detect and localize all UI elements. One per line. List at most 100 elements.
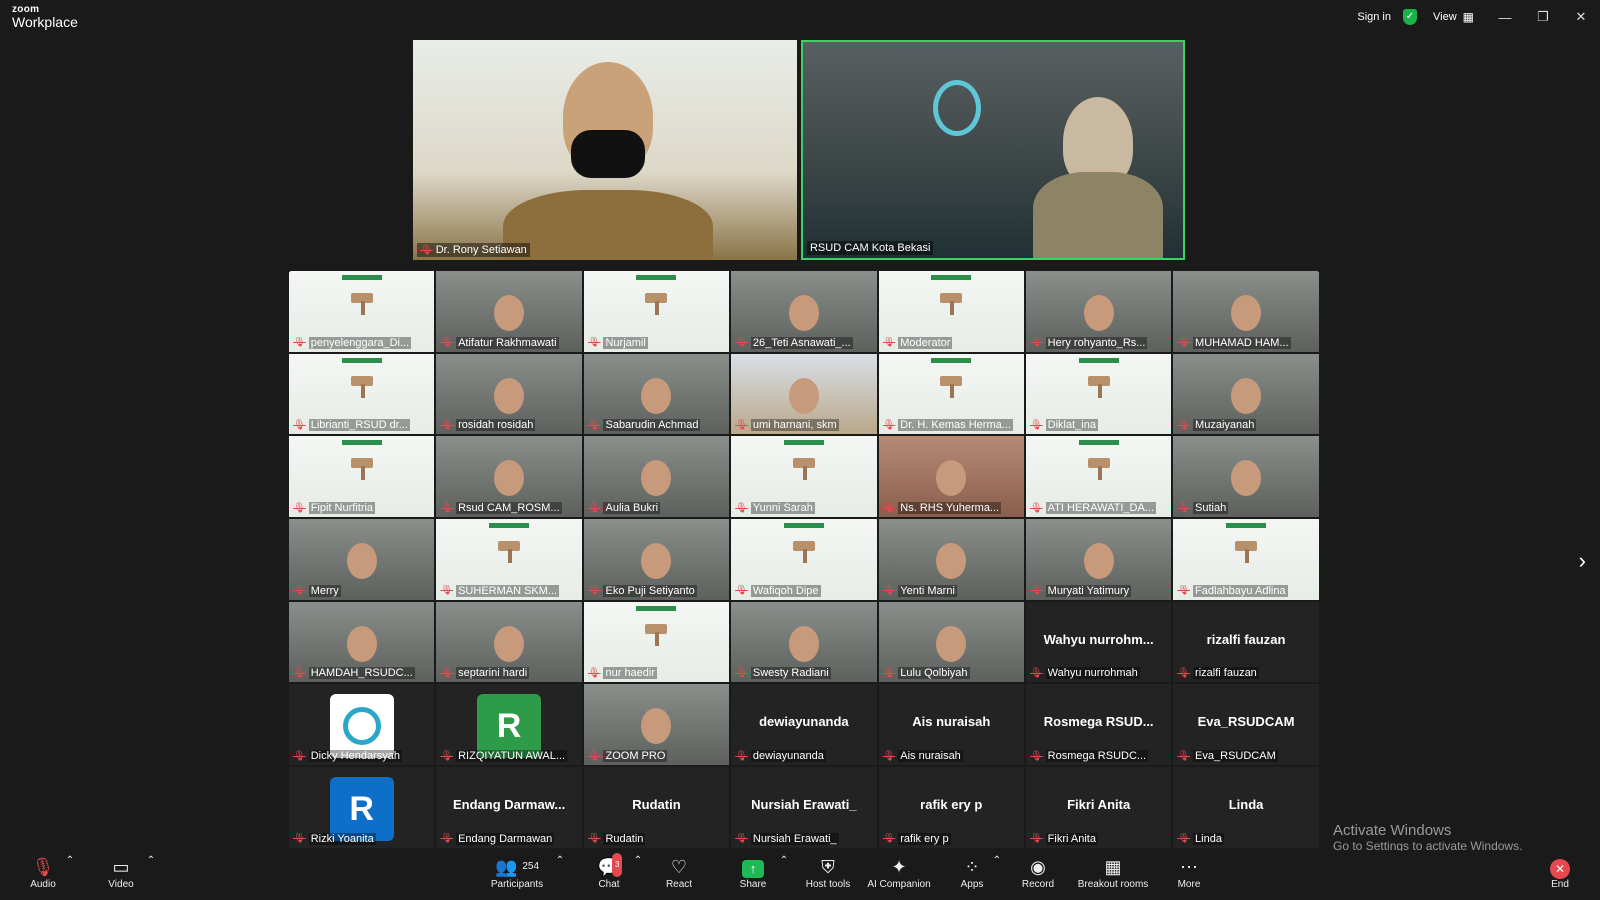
participant-name: HAMDAH_RSUDC... [308, 667, 415, 680]
logo-line2: Workplace [12, 14, 78, 30]
participant-name: umi harnani, skm [750, 419, 839, 432]
audio-options-caret[interactable]: ⌃ [64, 855, 76, 866]
mic-muted-icon: 🎙 [1029, 750, 1043, 762]
participant-tile[interactable]: 🎙 Aulia Bukri [582, 435, 731, 519]
react-button[interactable]: ♡ React [664, 855, 694, 890]
next-page-arrow-icon[interactable]: › [1579, 548, 1586, 574]
participant-tile[interactable]: Wahyu nurrohm... 🎙 Wahyu nurrohmah [1024, 600, 1173, 684]
participant-tile[interactable]: 🎙 Fadlahbayu Adlina [1172, 518, 1320, 601]
mic-muted-icon: 🎙 [882, 502, 896, 514]
participants-button[interactable]: 👥 254 Participants [488, 855, 546, 890]
participant-tile[interactable]: 🎙 ATI HERAWATI_DA... [1024, 435, 1173, 519]
participant-tile[interactable]: dewiayunanda 🎙 dewiayunanda [730, 683, 878, 767]
participant-tile[interactable]: 🎙 septarini hardi [435, 600, 583, 684]
video-options-caret[interactable]: ⌃ [145, 855, 157, 866]
shield-check-icon[interactable]: ✓ [1403, 9, 1417, 25]
speaker-tile-2[interactable]: RSUD CAM Kota Bekasi [800, 40, 1185, 260]
participant-tile[interactable]: 🎙 rosidah rosidah [435, 352, 583, 436]
participant-tile[interactable]: 🎙 SUHERMAN SKM... [435, 518, 583, 601]
participant-name-tag: 🎙 Rsud CAM_ROSM... [440, 502, 562, 515]
participant-name: RIZQIYATUN AWAL... [456, 750, 568, 763]
participant-name: Ais nuraisah [898, 750, 963, 763]
participant-tile[interactable]: 🎙 nur haedir [582, 600, 731, 684]
participant-tile[interactable]: Endang Darmaw... 🎙 Endang Darmawan [435, 766, 583, 849]
participant-tile[interactable]: 🎙 Lulu Qolbiyah [877, 600, 1025, 684]
participant-tile[interactable]: Rosmega RSUD... 🎙 Rosmega RSUDC... [1024, 683, 1173, 767]
mic-muted-icon: 🎙 [587, 585, 601, 597]
record-button[interactable]: ◉ Record [1020, 855, 1056, 890]
participant-tile[interactable]: 🎙 Fipit Nurfitria [288, 435, 436, 519]
participant-tile[interactable]: 🎙 Diklat_ina [1024, 352, 1173, 436]
participant-tile[interactable]: 🎙 Sutiah [1172, 435, 1320, 519]
participant-tile[interactable]: 🎙 Librianti_RSUD dr... [288, 352, 436, 436]
participant-name: Swesty Radiani [750, 667, 831, 680]
participant-tile[interactable]: 🎙 ZOOM PRO [582, 683, 731, 767]
participant-tile[interactable]: 🎙 26_Teti Asnawati_... [730, 270, 878, 353]
participant-tile[interactable]: 🎙 Dr. H. Kemas Herma... [877, 352, 1025, 436]
participant-display-name: Eva_RSUDCAM [1197, 714, 1295, 730]
breakout-rooms-button[interactable]: ▦ Breakout rooms [1076, 855, 1150, 890]
participant-tile[interactable]: R 🎙 RIZQIYATUN AWAL... [435, 683, 583, 767]
participants-options-caret[interactable]: ⌃ [554, 855, 566, 866]
apps-button[interactable]: ⁘ Apps [957, 855, 987, 890]
participant-tile[interactable]: Rudatin 🎙 Rudatin [582, 766, 731, 849]
participant-tile[interactable]: Eva_RSUDCAM 🎙 Eva_RSUDCAM [1172, 683, 1320, 767]
participant-tile[interactable]: 🎙 Rsud CAM_ROSM... [435, 435, 583, 519]
chat-button[interactable]: 💬 3 Chat [594, 853, 624, 890]
audio-button[interactable]: 🎙 Audio [28, 855, 58, 890]
chat-options-caret[interactable]: ⌃ [632, 855, 644, 866]
participant-tile[interactable]: Nursiah Erawati_ 🎙 Nursiah Erawati_ [730, 766, 878, 849]
participant-tile[interactable]: 🎙 Yunni Sarah [730, 435, 878, 519]
participant-tile[interactable]: rafik ery p 🎙 rafik ery p [877, 766, 1025, 849]
participant-name: Fikri Anita [1045, 832, 1098, 845]
participant-name-tag: 🎙 Diklat_ina [1030, 419, 1098, 432]
participant-tile[interactable]: rizalfi fauzan 🎙 rizalfi fauzan [1172, 600, 1320, 684]
participant-tile[interactable]: 🎙 Nurjamil [582, 270, 731, 353]
sign-in-button[interactable]: Sign in [1357, 11, 1391, 23]
host-tools-button[interactable]: ⛨ Host tools [804, 855, 852, 890]
participant-tile[interactable]: 🎙 penyelenggara_Di... [288, 270, 436, 353]
restore-icon[interactable]: ❐ [1524, 9, 1562, 25]
participant-tile[interactable]: 🎙 MUHAMAD HAM... [1172, 270, 1320, 353]
participant-video [936, 625, 967, 662]
participant-tile[interactable]: R 🎙 Rizki Yoanita [288, 766, 436, 849]
close-icon[interactable]: ✕ [1562, 9, 1600, 25]
end-meeting-button[interactable]: ✕ End [1545, 855, 1575, 890]
mic-muted-icon: 🎙 [440, 419, 454, 431]
participant-tile[interactable]: 🎙 Ns. RHS Yuherma... [877, 435, 1025, 519]
participant-display-name: Endang Darmaw... [452, 797, 566, 813]
video-button[interactable]: ▭ Video [106, 855, 136, 890]
participant-tile[interactable]: 🎙 Swesty Radiani [730, 600, 878, 684]
participant-tile[interactable]: 🎙 umi harnani, skm [730, 352, 878, 436]
minimize-icon[interactable]: — [1486, 10, 1524, 25]
participant-name: Linda [1193, 832, 1224, 845]
participant-tile[interactable]: 🎙 Merry [288, 518, 436, 601]
participant-tile[interactable]: 🎙 Sabarudin Achmad [582, 352, 731, 436]
participant-tile[interactable]: Ais nuraisah 🎙 Ais nuraisah [877, 683, 1025, 767]
speaker-tile-1[interactable]: 🎙 Dr. Rony Setiawan [413, 40, 797, 260]
participant-video [1231, 460, 1262, 497]
participant-tile[interactable]: 🎙 Atifatur Rakhmawati [435, 270, 583, 353]
view-button[interactable]: View ▦ [1433, 10, 1474, 24]
participant-tile[interactable]: Linda 🎙 Linda [1172, 766, 1320, 849]
participant-tile[interactable]: 🎙 Hery rohyanto_Rs... [1024, 270, 1173, 353]
participant-name: rafik ery p [898, 832, 951, 845]
end-call-icon: ✕ [1550, 859, 1570, 879]
participant-tile[interactable]: 🎙 Eko Puji Setiyanto [582, 518, 731, 601]
participant-tile[interactable]: Fikri Anita 🎙 Fikri Anita [1024, 766, 1173, 849]
share-button[interactable]: ↑ Share [738, 855, 768, 890]
participant-tile[interactable]: 🎙 Dicky Hendarsyah [288, 683, 436, 767]
apps-icon: ⁘ [964, 857, 980, 877]
more-button[interactable]: ⋯ More [1174, 855, 1204, 890]
participant-tile[interactable]: 🎙 Yenti Marni [877, 518, 1025, 601]
gavel-icon [641, 291, 671, 315]
apps-options-caret[interactable]: ⌃ [991, 855, 1003, 866]
participant-video [494, 460, 525, 497]
participant-tile[interactable]: 🎙 Moderator [877, 270, 1025, 353]
share-options-caret[interactable]: ⌃ [778, 855, 790, 866]
participant-tile[interactable]: 🎙 Muzaiyanah [1172, 352, 1320, 436]
ai-companion-button[interactable]: ✦ AI Companion [866, 855, 932, 890]
participant-tile[interactable]: 🎙 Muryati Yatimury [1024, 518, 1173, 601]
participant-tile[interactable]: 🎙 Wafiqoh Dipe [730, 518, 878, 601]
participant-tile[interactable]: 🎙 HAMDAH_RSUDC... [288, 600, 436, 684]
